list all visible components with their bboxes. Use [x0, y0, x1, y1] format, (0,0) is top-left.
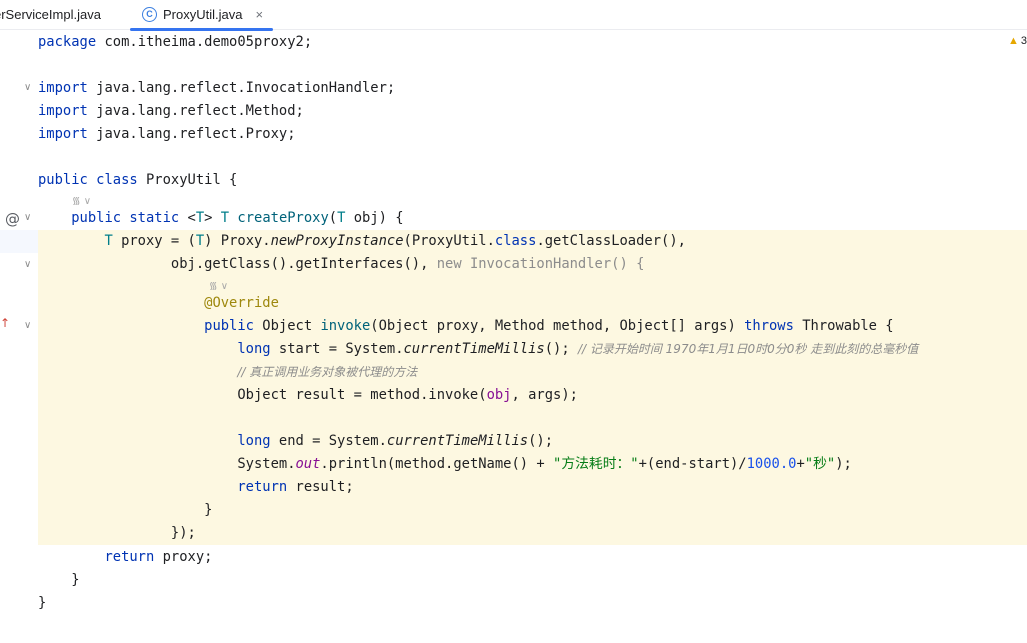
code-line[interactable]: import java.lang.reflect.InvocationHandl… — [38, 77, 395, 100]
code-line[interactable]: // 真正调用业务对象被代理的方法 — [38, 361, 417, 384]
editor-tab-bar: erServiceImpl.java C ProxyUtil.java × — [0, 0, 1027, 31]
fold-chevron-icon[interactable]: ∨ — [24, 212, 31, 223]
code-line[interactable]: import java.lang.reflect.Proxy; — [38, 123, 296, 146]
code-line[interactable]: package com.itheima.demo05proxy2; — [38, 31, 312, 54]
code-line[interactable]: } — [38, 499, 212, 522]
tab-proxyutil[interactable]: C ProxyUtil.java × — [130, 0, 273, 31]
tab-label: ProxyUtil.java — [163, 7, 243, 22]
code-line[interactable]: Object result = method.invoke(obj, args)… — [38, 384, 578, 407]
code-line[interactable]: obj.getClass().getInterfaces(), new Invo… — [38, 253, 645, 276]
code-line[interactable]: return result; — [38, 476, 353, 499]
ai-hint-icon[interactable]: ᯾ ∨ — [209, 278, 228, 292]
fold-chevron-icon[interactable]: ∨ — [24, 259, 31, 270]
warning-count: 3 — [1020, 35, 1027, 47]
code-line[interactable]: long end = System.currentTimeMillis(); — [38, 430, 553, 453]
code-line[interactable]: long start = System.currentTimeMillis();… — [38, 338, 918, 361]
code-line[interactable]: import java.lang.reflect.Method; — [38, 100, 304, 123]
code-line[interactable]: public static <T> T createProxy(T obj) { — [38, 207, 403, 230]
code-line[interactable]: public class ProxyUtil { — [38, 169, 237, 192]
inspection-widget[interactable]: ▲ 3 — [1008, 35, 1027, 47]
tab-service-impl[interactable]: erServiceImpl.java — [0, 0, 101, 29]
code-line[interactable]: public Object invoke(Object proxy, Metho… — [38, 315, 893, 338]
fold-chevron-icon[interactable]: ∨ — [24, 82, 31, 93]
code-line[interactable]: return proxy; — [38, 546, 212, 569]
implementations-at-icon[interactable]: @ — [5, 210, 20, 228]
fold-chevron-icon[interactable]: ∨ — [24, 320, 31, 331]
tab-label: erServiceImpl.java — [0, 7, 101, 22]
code-line[interactable]: } — [38, 592, 46, 615]
ai-hint-icon[interactable]: ᯾ ∨ — [72, 193, 91, 207]
code-line[interactable]: T proxy = (T) Proxy.newProxyInstance(Pro… — [38, 230, 686, 253]
warning-icon: ▲ — [1007, 35, 1019, 47]
current-line-gutter — [0, 230, 38, 253]
close-icon[interactable]: × — [255, 7, 263, 22]
code-line[interactable]: }); — [38, 522, 196, 545]
class-icon: C — [142, 7, 157, 22]
code-line[interactable]: @Override — [38, 292, 279, 315]
code-line[interactable]: } — [38, 569, 79, 592]
code-line[interactable]: System.out.println(method.getName() + "方… — [38, 453, 851, 476]
override-arrow-icon[interactable]: ↑ — [0, 316, 10, 330]
